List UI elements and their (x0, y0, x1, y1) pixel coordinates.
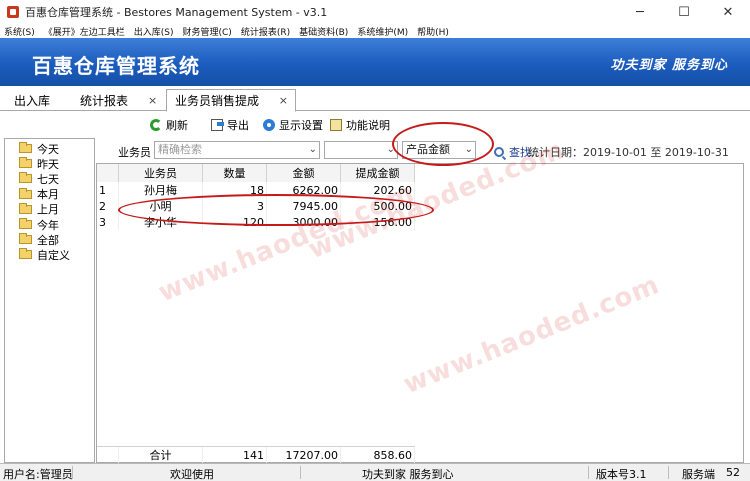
tab-sales-commission-label: 业务员销售提成 (175, 94, 260, 108)
chevron-down-icon: ⌄ (308, 144, 317, 155)
folder-icon (19, 172, 32, 184)
row-index: 1 (97, 182, 119, 198)
refresh-button[interactable]: 刷新 (150, 117, 188, 133)
date-range-tree: 今天 昨天 七天 本月 上月 今年 全部 自定义 (4, 138, 95, 463)
status-service-label: 服务端 (682, 468, 715, 481)
title-bar: 百惠仓库管理系统 - Bestores Management System - … (0, 0, 750, 24)
refresh-label: 刷新 (166, 119, 188, 132)
footer-index (97, 447, 119, 463)
menu-finance[interactable]: 财务管理(C) (183, 25, 232, 38)
folder-icon (19, 202, 32, 214)
toolbar: 刷新 导出 显示设置 功能说明 (0, 112, 750, 138)
folder-icon (19, 218, 32, 230)
help-label: 功能说明 (346, 119, 390, 132)
footer-quantity: 141 (203, 447, 267, 463)
column-header-amount[interactable]: 金额 (267, 164, 341, 182)
gear-icon (263, 119, 275, 131)
highlight-ellipse-metric (392, 122, 494, 166)
close-button[interactable]: ✕ (706, 0, 750, 24)
status-separator (300, 466, 301, 479)
status-welcome: 欢迎使用 (170, 468, 214, 481)
footer-label: 合计 (119, 447, 203, 463)
column-header-quantity[interactable]: 数量 (203, 164, 267, 182)
folder-icon (19, 233, 32, 245)
help-button[interactable]: 功能说明 (330, 117, 390, 133)
tree-item-last-month[interactable]: 上月 (5, 202, 94, 217)
column-header-salesperson[interactable]: 业务员 (119, 164, 203, 182)
tab-sales-commission-close-icon[interactable]: × (279, 94, 288, 107)
menu-reports[interactable]: 统计报表(R) (241, 25, 290, 38)
tree-item-today[interactable]: 今天 (5, 141, 94, 156)
tree-item-yesterday[interactable]: 昨天 (5, 156, 94, 171)
tree-item-label: 本月 (37, 188, 59, 202)
menu-expand-toolbar[interactable]: 《展开》左边工具栏 (44, 25, 125, 38)
maximize-button[interactable]: ☐ (662, 0, 706, 24)
tree-item-label: 自定义 (37, 248, 70, 262)
display-settings-button[interactable]: 显示设置 (263, 117, 323, 133)
tab-bar: 出入库 统计报表 × 业务员销售提成 × (0, 86, 750, 112)
export-label: 导出 (227, 119, 249, 132)
table-header: 业务员 数量 金额 提成金额 (97, 164, 415, 182)
app-banner: 百惠仓库管理系统 功夫到家 服务到心 (0, 38, 750, 86)
tree-item-label: 昨天 (37, 157, 59, 171)
tree-item-label: 上月 (37, 203, 59, 217)
refresh-icon (150, 119, 162, 131)
column-header-index (97, 164, 119, 182)
footer-amount: 17207.00 (267, 447, 341, 463)
salesperson-search-input[interactable]: 精确检索 ⌄ (154, 141, 320, 159)
search-placeholder: 精确检索 (158, 143, 202, 156)
status-service-value: 52 (726, 466, 740, 479)
status-separator (588, 466, 589, 479)
window-controls: ─ ☐ ✕ (618, 0, 750, 24)
status-bar: 用户名:管理员 欢迎使用 功夫到家 服务到心 版本号3.1 服务端 52 (0, 463, 750, 481)
row-index: 2 (97, 198, 119, 214)
status-separator (668, 466, 669, 479)
banner-title: 百惠仓库管理系统 (32, 54, 200, 78)
search-icon (494, 147, 504, 157)
status-user: 用户名:管理员 (3, 468, 73, 481)
tree-item-this-year[interactable]: 今年 (5, 217, 94, 232)
filter-combo[interactable]: ⌄ (324, 141, 398, 159)
tab-inout[interactable]: 出入库 (14, 90, 50, 111)
menu-help[interactable]: 帮助(H) (417, 25, 449, 38)
tree-item-label: 全部 (37, 233, 59, 247)
folder-icon (19, 157, 32, 169)
export-button[interactable]: 导出 (211, 117, 249, 133)
window-title: 百惠仓库管理系统 - Bestores Management System - … (25, 6, 328, 19)
menu-maintenance[interactable]: 系统维护(M) (357, 25, 408, 38)
tree-item-seven-days[interactable]: 七天 (5, 171, 94, 186)
tree-item-this-month[interactable]: 本月 (5, 187, 94, 202)
folder-icon (19, 142, 32, 154)
document-icon (330, 119, 342, 131)
minimize-button[interactable]: ─ (618, 0, 662, 24)
status-version: 版本号3.1 (596, 468, 647, 481)
display-settings-label: 显示设置 (279, 119, 323, 132)
tree-item-custom[interactable]: 自定义 (5, 247, 94, 262)
menu-base-data[interactable]: 基础资料(B) (299, 25, 348, 38)
status-slogan: 功夫到家 服务到心 (362, 468, 454, 481)
tree-item-label: 今天 (37, 142, 59, 156)
menu-bar: 系统(S) 《展开》左边工具栏 出入库(S) 财务管理(C) 统计报表(R) 基… (0, 24, 750, 38)
tab-reports-close-icon[interactable]: × (148, 90, 157, 111)
row-index: 3 (97, 214, 119, 230)
table-footer-totals: 合计 141 17207.00 858.60 (97, 446, 415, 463)
salesperson-label: 业务员 (118, 146, 151, 159)
status-separator (72, 466, 73, 479)
tab-reports[interactable]: 统计报表 (80, 90, 128, 111)
menu-system[interactable]: 系统(S) (4, 25, 35, 38)
footer-commission: 858.60 (341, 447, 415, 463)
banner-slogan: 功夫到家 服务到心 (610, 58, 728, 73)
export-icon (211, 119, 224, 131)
menu-inout[interactable]: 出入库(S) (134, 25, 174, 38)
tab-sales-commission[interactable]: 业务员销售提成 × (166, 89, 296, 112)
tree-item-label: 七天 (37, 172, 59, 186)
app-icon (7, 6, 19, 18)
folder-icon (19, 248, 32, 260)
tree-item-label: 今年 (37, 218, 59, 232)
folder-icon (19, 187, 32, 199)
tree-item-all[interactable]: 全部 (5, 232, 94, 247)
